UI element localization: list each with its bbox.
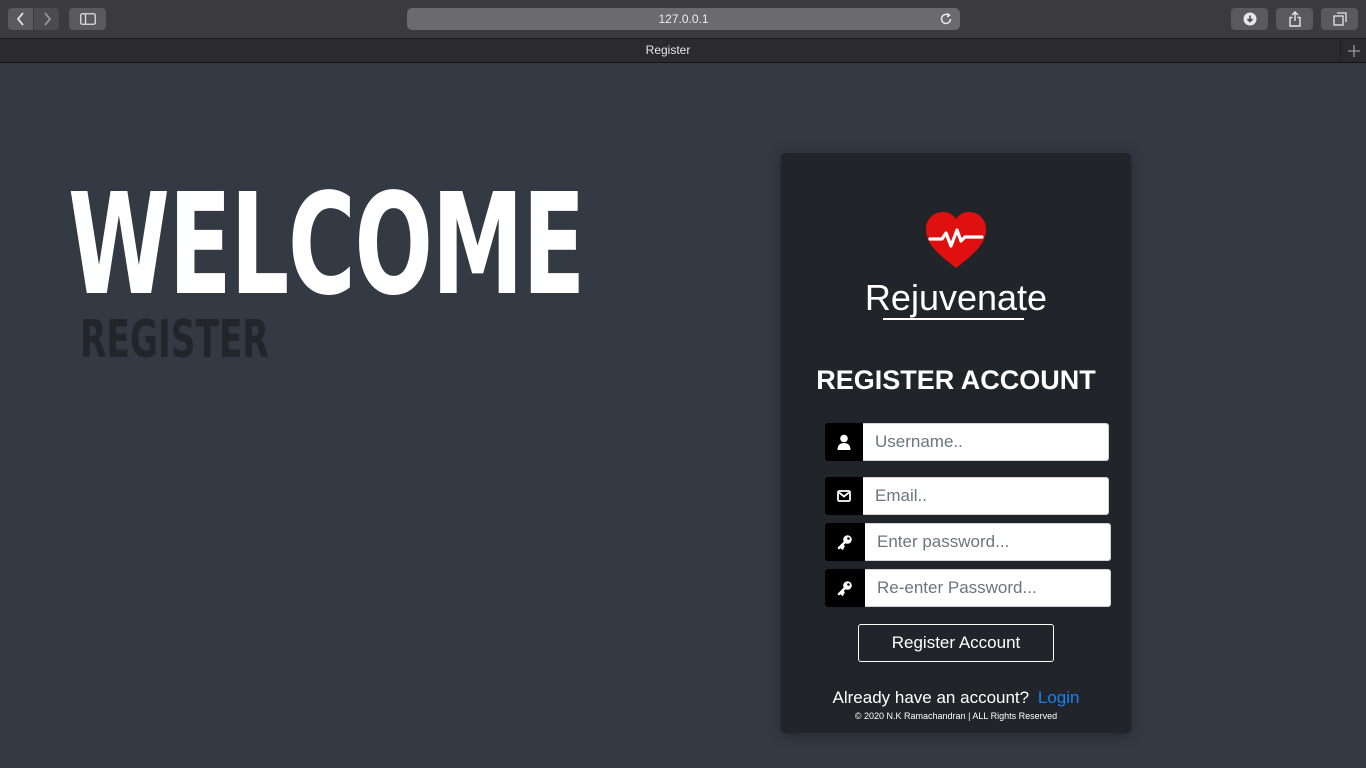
tab-bar: Register	[0, 38, 1366, 63]
sidebar-toggle-button[interactable]	[69, 8, 106, 30]
chevron-left-icon	[16, 12, 24, 26]
key-icon	[825, 569, 865, 607]
user-icon	[825, 423, 863, 461]
chevron-right-icon	[43, 12, 51, 26]
sidebar-icon	[79, 13, 96, 25]
login-prompt-text: Already have an account?	[832, 688, 1030, 707]
repassword-field-group	[825, 569, 1111, 607]
register-card: Rejuvenate REGISTER ACCOUNT Register Acc…	[781, 153, 1131, 733]
form-title: REGISTER ACCOUNT	[816, 365, 1096, 395]
downloads-button[interactable]	[1231, 8, 1268, 30]
tabs-icon	[1332, 12, 1347, 26]
key-icon	[825, 523, 865, 561]
login-prompt-line: Already have an account? Login	[781, 687, 1131, 709]
brand-underline	[883, 318, 1024, 320]
email-input[interactable]	[863, 477, 1109, 515]
browser-toolbar: 127.0.0.1	[0, 0, 1366, 38]
new-tab-button[interactable]	[1340, 39, 1366, 62]
brand-name: Rejuvenate	[864, 277, 1048, 318]
heart-pulse-icon	[926, 212, 986, 268]
reload-icon[interactable]	[938, 11, 954, 27]
welcome-heading: WELCOME	[68, 164, 585, 327]
password-input[interactable]	[865, 523, 1111, 561]
username-input[interactable]	[863, 423, 1109, 461]
forward-button[interactable]	[34, 8, 59, 30]
url-text: 127.0.0.1	[658, 12, 709, 26]
download-icon	[1243, 12, 1256, 26]
register-account-button[interactable]: Register Account	[858, 624, 1054, 662]
repassword-input[interactable]	[865, 569, 1111, 607]
email-field-group	[825, 477, 1109, 515]
address-bar[interactable]: 127.0.0.1	[407, 8, 960, 30]
username-field-group	[825, 423, 1109, 461]
register-subheading: REGISTER	[80, 310, 269, 370]
plus-icon	[1347, 44, 1360, 57]
share-button[interactable]	[1276, 8, 1313, 30]
password-field-group	[825, 523, 1111, 561]
tab-register[interactable]: Register	[0, 39, 1336, 62]
tab-overview-button[interactable]	[1321, 8, 1358, 30]
envelope-icon	[825, 477, 863, 515]
share-icon	[1288, 11, 1301, 27]
copyright-text: © 2020 N.K Ramachandran | ALL Rights Res…	[854, 711, 1058, 721]
back-button[interactable]	[8, 8, 33, 30]
login-link[interactable]: Login	[1038, 688, 1080, 707]
